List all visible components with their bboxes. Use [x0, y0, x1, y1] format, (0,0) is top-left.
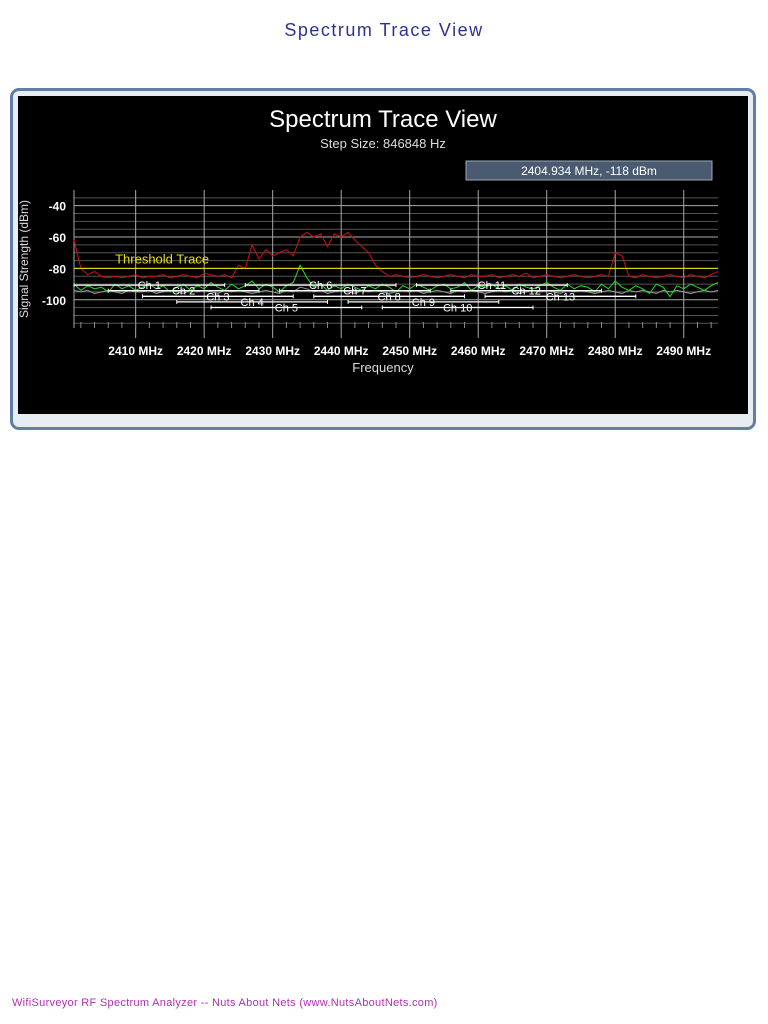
y-tick-label: -100	[42, 294, 66, 308]
chart-panel: Spectrum Trace View Step Size: 846848 Hz 2…	[10, 88, 756, 430]
x-tick-label: 2440 MHz	[314, 344, 369, 358]
spectrum-chart: Spectrum Trace View Step Size: 846848 Hz 2…	[18, 106, 719, 375]
x-tick-label: 2490 MHz	[656, 344, 711, 358]
x-axis-label: Frequency	[352, 360, 414, 375]
channel-label: Ch 10	[443, 302, 472, 314]
page-title: Spectrum Trace View	[284, 20, 484, 40]
x-tick-label: 2470 MHz	[519, 344, 574, 358]
x-tick-label: 2410 MHz	[108, 344, 163, 358]
channel-label: Ch 5	[275, 302, 298, 314]
x-tick-label: 2450 MHz	[382, 344, 437, 358]
x-tick-label: 2460 MHz	[451, 344, 506, 358]
footer-text: WifiSurveyor RF Spectrum Analyzer -- Nut…	[12, 997, 438, 1009]
x-tick-label: 2480 MHz	[588, 344, 643, 358]
chart-title: Spectrum Trace View	[269, 106, 497, 133]
chart-subtitle: Step Size: 846848 Hz	[320, 136, 446, 151]
y-tick-label: -60	[49, 231, 67, 245]
x-tick-label: 2420 MHz	[177, 344, 232, 358]
channel-label: Ch 13	[546, 291, 575, 303]
y-axis-label: Signal Strength (dBm)	[18, 200, 31, 318]
threshold-label: Threshold Trace	[115, 251, 209, 266]
y-tick-label: -40	[49, 200, 67, 214]
x-tick-label: 2430 MHz	[245, 344, 300, 358]
chart-area: Spectrum Trace View Step Size: 846848 Hz 2…	[18, 96, 748, 414]
y-tick-label: -80	[49, 262, 67, 276]
cursor-readout: 2404.934 MHz, -118 dBm	[521, 164, 657, 178]
